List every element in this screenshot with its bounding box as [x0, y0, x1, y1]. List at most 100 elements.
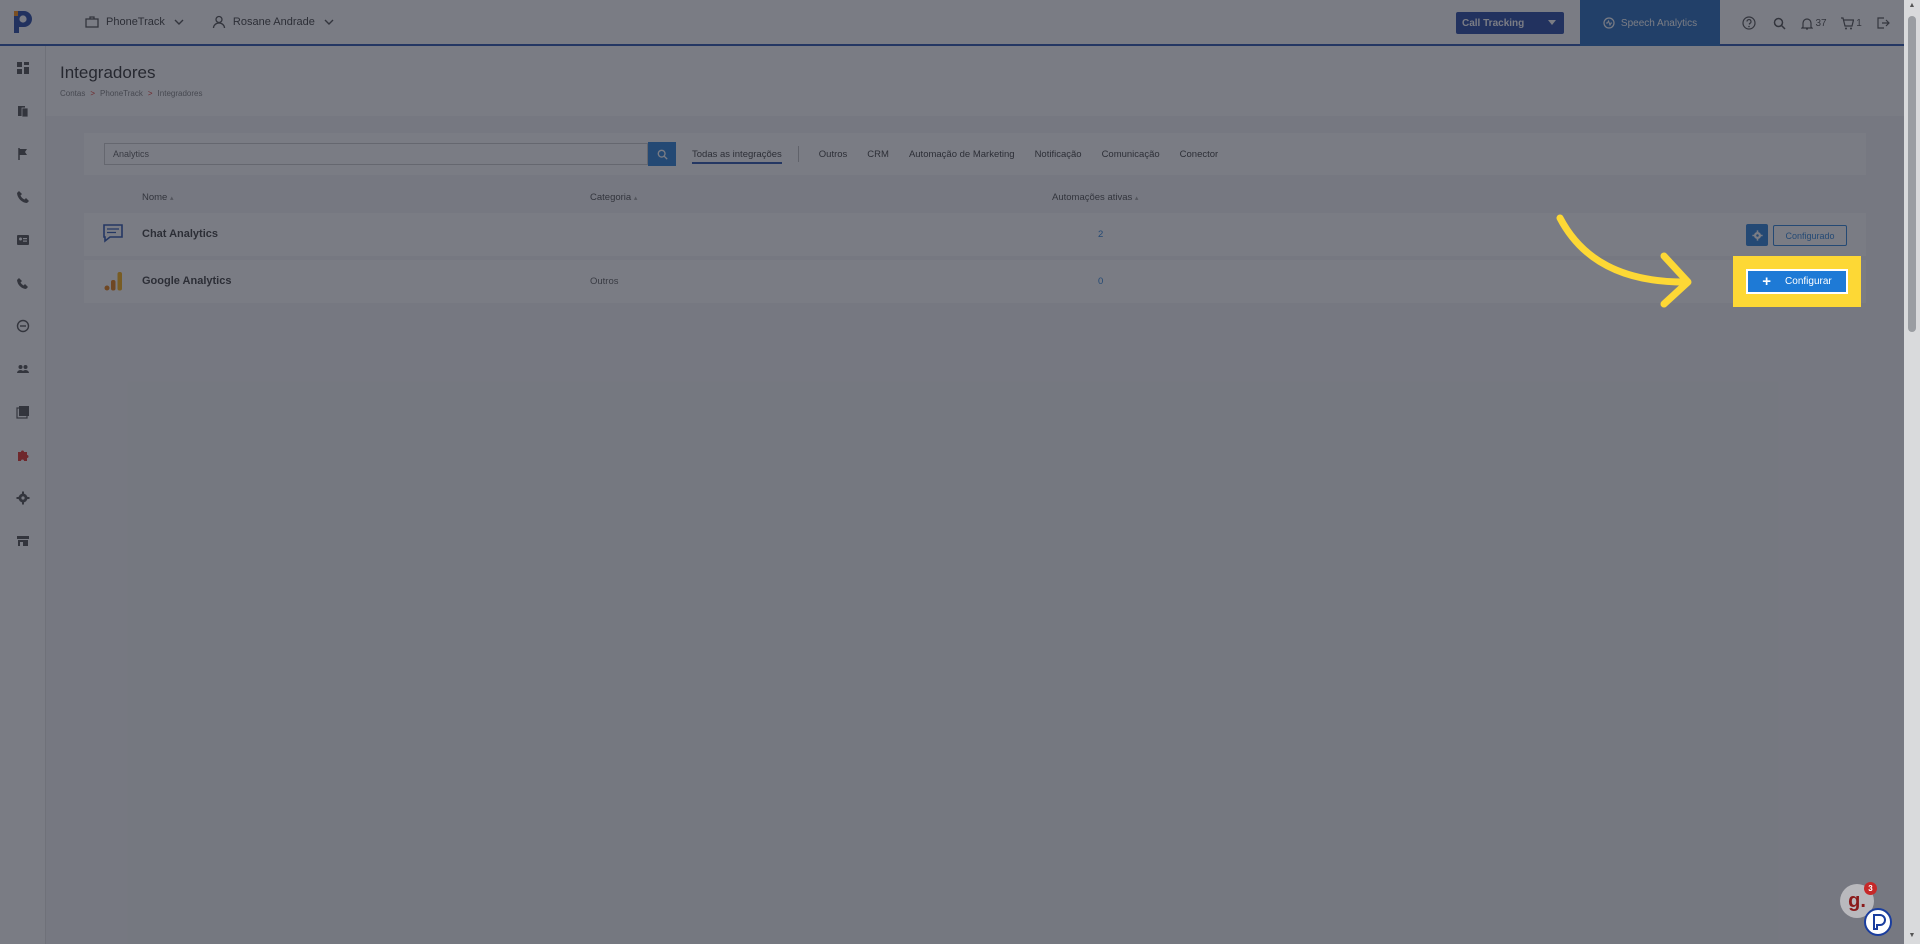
puzzle-icon [18, 450, 29, 461]
sidebar-item-integrations[interactable] [0, 433, 46, 476]
help-icon [1742, 16, 1756, 30]
assistant-badge: 3 [1864, 882, 1877, 895]
column-header-nome[interactable]: Nome ▴ [142, 192, 174, 203]
notifications-count: 37 [1815, 17, 1827, 29]
tab-todas-integracoes[interactable]: Todas as integrações [692, 145, 782, 164]
dashboard-icon [17, 61, 29, 74]
documents-icon [18, 105, 29, 117]
column-header-automacoes[interactable]: Automações ativas ▴ [1052, 192, 1138, 203]
help-button[interactable] [1734, 8, 1764, 38]
sidebar-item-users[interactable] [0, 347, 46, 390]
filter-bar: Analytics Todas as integrações Outros CR… [84, 133, 1866, 175]
product-select-label: Call Tracking [1462, 17, 1525, 29]
pointer-arrow-icon [1556, 214, 1692, 308]
phone-outgoing-icon [17, 277, 28, 289]
scrollbar-thumb[interactable] [1908, 16, 1916, 332]
search-submit-button[interactable] [648, 142, 676, 166]
configured-button[interactable]: Configurado [1773, 225, 1847, 246]
minus-circle-icon [16, 319, 30, 332]
breadcrumb-separator: > [147, 89, 153, 98]
bar-chart-icon [104, 272, 122, 291]
cart-button[interactable]: 1 [1834, 8, 1868, 38]
search-input-value: Analytics [113, 149, 150, 159]
support-chat-button[interactable] [1864, 908, 1892, 936]
cart-icon [1841, 16, 1855, 29]
active-automations-count[interactable]: 2 [1098, 229, 1103, 240]
user-icon [212, 15, 226, 29]
flag-icon [18, 147, 27, 160]
plus-icon: + [1762, 273, 1772, 290]
phonetrack-logo-icon [14, 11, 32, 33]
tab-automacao-marketing[interactable]: Automação de Marketing [909, 149, 1015, 160]
sidebar-item-dashboard[interactable] [0, 46, 46, 89]
page-header: Integradores Contas > PhoneTrack > Integ… [46, 46, 1904, 116]
notifications-button[interactable]: 37 [1794, 8, 1834, 38]
breadcrumb-item-phonetrack[interactable]: PhoneTrack [100, 89, 143, 98]
search-icon [657, 149, 668, 160]
column-header-categoria[interactable]: Categoria ▴ [590, 192, 637, 203]
gear-icon [16, 491, 30, 504]
bell-icon [1801, 17, 1814, 30]
users-icon [17, 364, 29, 373]
tab-outros[interactable]: Outros [819, 149, 848, 160]
account-menu-label: PhoneTrack [106, 16, 165, 28]
account-menu[interactable]: PhoneTrack [84, 14, 187, 30]
tab-crm[interactable]: CRM [867, 149, 889, 160]
integration-category: Outros [590, 276, 619, 287]
search-icon [1773, 17, 1786, 30]
page-title: Integradores [60, 63, 156, 82]
breadcrumb: Contas > PhoneTrack > Integradores [60, 89, 202, 98]
tab-divider [797, 146, 799, 162]
search-input[interactable]: Analytics [104, 143, 648, 165]
phonetrack-chat-icon [1873, 914, 1886, 930]
scroll-down-arrow[interactable]: ▼ [1908, 932, 1916, 940]
configure-button[interactable]: + Configurar [1746, 269, 1848, 294]
sidebar-item-flag[interactable] [0, 132, 46, 175]
sidebar-item-calls[interactable] [0, 175, 46, 218]
sidebar-item-documents[interactable] [0, 89, 46, 132]
configure-button-label: Configurar [1785, 276, 1832, 287]
breadcrumb-item-integradores: Integradores [157, 89, 203, 98]
chevron-down-icon [324, 19, 334, 25]
gear-icon [1751, 229, 1763, 241]
top-navigation-bar: PhoneTrack Rosane Andrade Call Tracking … [0, 0, 1904, 46]
sidebar-item-reports[interactable] [0, 390, 46, 433]
user-menu-label: Rosane Andrade [232, 16, 315, 28]
chevron-down-icon [174, 19, 184, 25]
breadcrumb-separator: > [90, 89, 96, 98]
phone-icon [17, 190, 29, 203]
app-logo[interactable] [0, 0, 46, 45]
speech-analytics-icon [1603, 17, 1615, 29]
tab-comunicacao[interactable]: Comunicação [1102, 149, 1160, 160]
tab-notificacao[interactable]: Notificação [1035, 149, 1082, 160]
sidebar-item-blocked[interactable] [0, 304, 46, 347]
integration-name[interactable]: Chat Analytics [142, 228, 218, 240]
user-menu[interactable]: Rosane Andrade [211, 14, 337, 30]
chat-icon [103, 224, 123, 243]
assistant-glyph: g. [1848, 889, 1866, 912]
tab-conector[interactable]: Conector [1180, 149, 1219, 160]
integration-name[interactable]: Google Analytics [142, 275, 231, 287]
scroll-up-arrow[interactable]: ▲ [1908, 2, 1916, 10]
sidebar-item-contacts[interactable] [0, 218, 46, 261]
sidebar-item-outgoing[interactable] [0, 261, 46, 304]
sidebar [0, 46, 46, 944]
logout-icon [1877, 17, 1890, 29]
search-button[interactable] [1764, 8, 1794, 38]
speech-analytics-label: Speech Analytics [1620, 17, 1698, 29]
sidebar-item-settings[interactable] [0, 476, 46, 519]
product-select[interactable]: Call Tracking [1456, 12, 1564, 34]
settings-button[interactable] [1746, 224, 1768, 246]
sidebar-item-store[interactable] [0, 519, 46, 562]
active-automations-count[interactable]: 0 [1098, 276, 1103, 287]
scrollbar[interactable]: ▲ ▼ [1904, 0, 1920, 944]
store-icon [17, 535, 29, 546]
reports-icon [16, 405, 29, 419]
logout-button[interactable] [1868, 8, 1898, 38]
caret-down-icon [1548, 20, 1556, 25]
contact-card-icon [17, 234, 29, 245]
speech-analytics-button[interactable]: Speech Analytics [1580, 0, 1720, 46]
briefcase-icon [85, 16, 99, 28]
breadcrumb-item-contas[interactable]: Contas [60, 89, 85, 98]
cart-count: 1 [1856, 17, 1862, 29]
